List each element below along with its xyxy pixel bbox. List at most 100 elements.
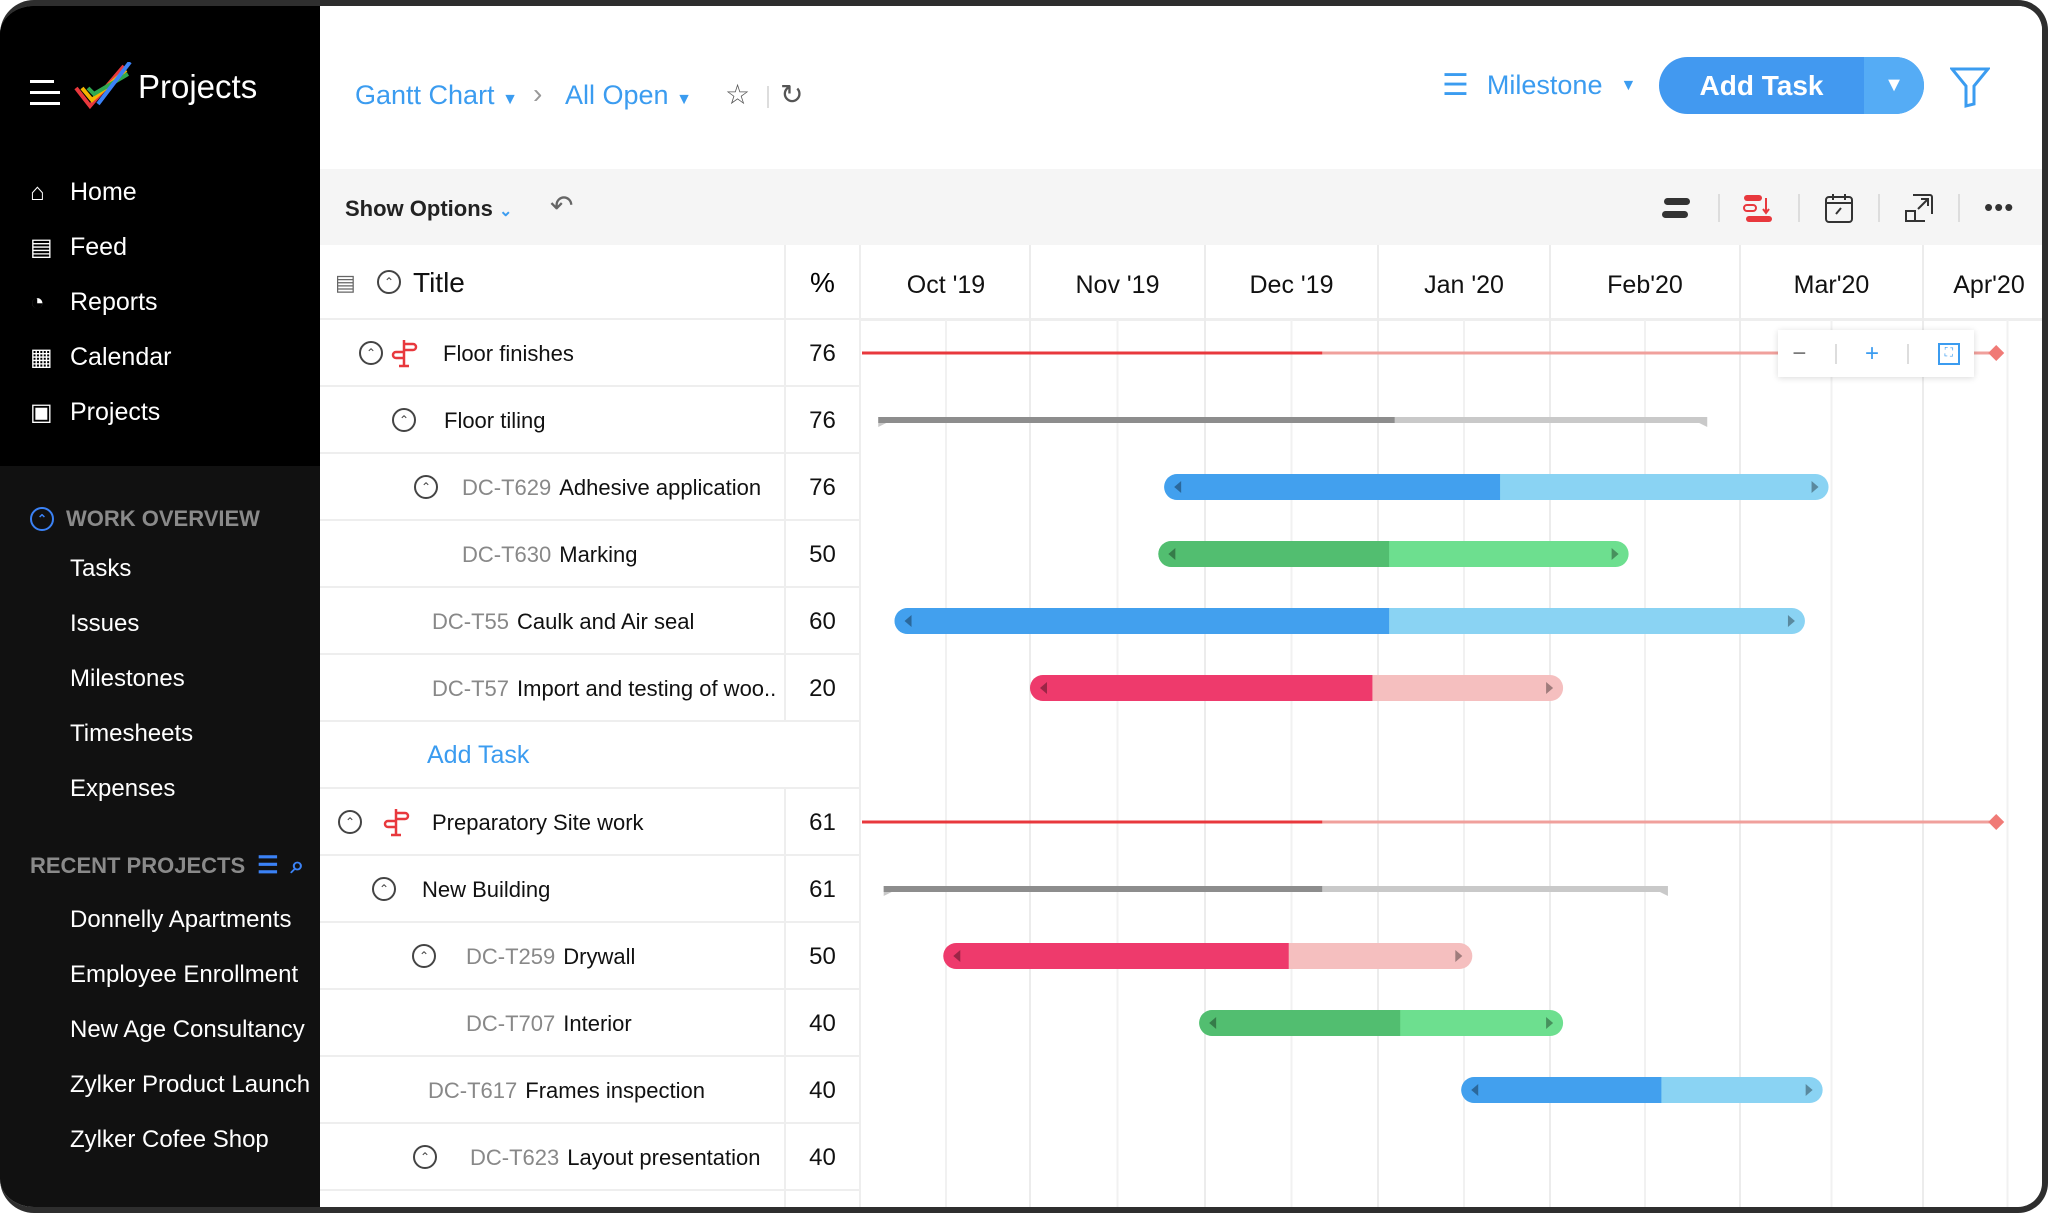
fit-to-screen-icon[interactable]: ⛶ bbox=[1937, 342, 1960, 365]
task-title[interactable]: DC-T617 Frames inspection bbox=[428, 1057, 705, 1124]
task-title[interactable]: DC-T629 Adhesive application bbox=[462, 454, 761, 521]
table-row[interactable]: ⌃ Preparatory Site work 61 bbox=[320, 789, 859, 856]
task-title[interactable]: DC-T707 Interior bbox=[466, 990, 632, 1057]
collapse-icon[interactable]: ⌃ bbox=[392, 408, 416, 432]
percent-complete: 76 bbox=[784, 320, 859, 387]
table-row[interactable]: ⌃ DC-T259 Drywall 50 bbox=[320, 923, 859, 990]
reports-icon: ◔ bbox=[30, 288, 45, 316]
star-icon[interactable]: ☆ bbox=[725, 78, 750, 111]
filter-icon[interactable] bbox=[1950, 66, 1990, 108]
sidebar-item-milestones[interactable]: Milestones bbox=[70, 665, 310, 693]
zoom-in-icon[interactable]: + bbox=[1865, 340, 1879, 368]
task-name: Marking bbox=[559, 541, 638, 567]
task-title[interactable]: DC-T630 Marking bbox=[462, 521, 638, 588]
add-task-link[interactable]: Add Task bbox=[427, 722, 529, 789]
month-label: Jan '20 bbox=[1424, 271, 1504, 299]
sidebar-item-calendar[interactable]: ▦ Calendar bbox=[30, 343, 171, 372]
collapse-icon[interactable]: ⌃ bbox=[413, 1145, 437, 1169]
table-row[interactable]: ⌃ Floor tiling 76 bbox=[320, 387, 859, 454]
undo-icon[interactable]: ↶ bbox=[550, 189, 573, 222]
task-title[interactable]: New Building bbox=[422, 856, 550, 923]
header: Gantt Chart ▼ › All Open ▼ ☆ ↻ ☰ Mileston… bbox=[320, 6, 2042, 169]
task-title[interactable]: Floor tiling bbox=[444, 387, 545, 454]
table-row[interactable]: DC-T55 Caulk and Air seal 60 bbox=[320, 588, 859, 655]
filter-dropdown[interactable]: All Open ▼ bbox=[565, 80, 692, 111]
percent-complete: 40 bbox=[784, 1057, 859, 1124]
table-row[interactable]: DC-T630 Marking 50 bbox=[320, 521, 859, 588]
task-id: DC-T630 bbox=[462, 541, 552, 567]
task-progress bbox=[1461, 1077, 1662, 1103]
task-title[interactable]: DC-T57 Import and testing of woo.. bbox=[432, 655, 776, 722]
sidebar-item-feed[interactable]: ▤ Feed bbox=[30, 233, 127, 262]
collapse-icon[interactable]: ⌃ bbox=[412, 944, 436, 968]
task-name: Interior bbox=[563, 1010, 632, 1036]
home-icon: ⌂ bbox=[30, 178, 45, 206]
table-row[interactable]: DC-T57 Import and testing of woo.. 20 bbox=[320, 655, 859, 722]
dependency-icon[interactable] bbox=[1742, 192, 1774, 224]
task-bars-icon[interactable] bbox=[1660, 192, 1692, 224]
task-progress bbox=[943, 943, 1289, 969]
collapse-all-icon[interactable]: ⌃ bbox=[377, 270, 401, 294]
column-settings-icon[interactable]: ▤ bbox=[335, 270, 356, 296]
recent-project-item[interactable]: New Age Consultancy bbox=[70, 1016, 310, 1044]
add-task-button[interactable]: Add Task bbox=[1659, 57, 1864, 114]
recent-project-item[interactable]: Employee Enrollment bbox=[70, 961, 310, 989]
percent-complete: 76 bbox=[784, 454, 859, 521]
table-row[interactable]: ⌃ DC-T623 Layout presentation 40 bbox=[320, 1124, 859, 1191]
show-options-dropdown[interactable]: Show Options ⌄ bbox=[345, 196, 512, 222]
calendar-icon[interactable] bbox=[1823, 192, 1855, 224]
task-name: Layout presentation bbox=[567, 1144, 761, 1170]
task-name: Drywall bbox=[563, 943, 636, 969]
sidebar-item-home[interactable]: ⌂ Home bbox=[30, 178, 137, 207]
recent-project-item[interactable]: Donnelly Apartments bbox=[70, 906, 310, 934]
milestone-icon bbox=[391, 340, 418, 368]
sidebar-item-reports[interactable]: ◔ Reports bbox=[30, 288, 158, 317]
sidebar-item-expenses[interactable]: Expenses bbox=[70, 775, 310, 803]
percent-complete: 61 bbox=[784, 789, 859, 856]
expand-icon[interactable] bbox=[1903, 192, 1935, 224]
summary-progress bbox=[878, 417, 1395, 423]
percent-column-header[interactable]: % bbox=[784, 245, 859, 320]
collapse-icon[interactable]: ⌃ bbox=[414, 475, 438, 499]
table-row[interactable]: ⌃ Floor finishes 76 bbox=[320, 320, 859, 387]
task-title[interactable]: Floor finishes bbox=[443, 320, 574, 387]
task-title[interactable]: DC-T623 Layout presentation bbox=[470, 1124, 761, 1191]
table-row[interactable]: ⌃ New Building 61 bbox=[320, 856, 859, 923]
refresh-icon[interactable]: ↻ bbox=[780, 78, 803, 111]
percent-complete: 76 bbox=[784, 387, 859, 454]
task-title[interactable]: Preparatory Site work bbox=[432, 789, 644, 856]
sidebar-item-issues[interactable]: Issues bbox=[70, 610, 310, 638]
table-row[interactable]: ⌃ DC-T629 Adhesive application 76 bbox=[320, 454, 859, 521]
task-id: DC-T57 bbox=[432, 675, 510, 701]
collapse-icon[interactable]: ⌃ bbox=[372, 877, 396, 901]
toolbar: Show Options ⌄ ↶ bbox=[320, 169, 2042, 245]
sidebar-item-timesheets[interactable]: Timesheets bbox=[70, 720, 310, 748]
hamburger-menu-icon[interactable] bbox=[30, 80, 60, 105]
month-label: Apr'20 bbox=[1953, 271, 2024, 299]
zoom-out-icon[interactable]: − bbox=[1792, 340, 1806, 368]
view-dropdown[interactable]: Gantt Chart ▼ bbox=[355, 80, 518, 111]
collapse-icon[interactable]: ⌃ bbox=[30, 507, 54, 531]
month-label: Mar'20 bbox=[1794, 271, 1870, 299]
title-column-header[interactable]: Title bbox=[413, 267, 465, 299]
sidebar-item-tasks[interactable]: Tasks bbox=[70, 555, 310, 583]
task-id: DC-T55 bbox=[432, 608, 510, 634]
task-progress bbox=[1158, 541, 1390, 567]
search-icon[interactable]: ⌕ bbox=[291, 852, 304, 880]
table-row[interactable]: DC-T617 Frames inspection 40 bbox=[320, 1057, 859, 1124]
month-label: Oct '19 bbox=[907, 271, 985, 299]
table-row[interactable]: DC-T707 Interior 40 bbox=[320, 990, 859, 1057]
recent-project-item[interactable]: Zylker Product Launch bbox=[70, 1071, 310, 1099]
filter-sliders-icon[interactable]: ☰ bbox=[257, 851, 279, 880]
add-task-row[interactable]: Add Task bbox=[320, 722, 859, 789]
task-id: DC-T617 bbox=[428, 1077, 518, 1103]
collapse-icon[interactable]: ⌃ bbox=[359, 341, 383, 365]
add-task-dropdown-icon[interactable]: ▼ bbox=[1864, 57, 1924, 114]
sidebar-item-projects[interactable]: ▣ Projects bbox=[30, 398, 160, 427]
task-title[interactable]: DC-T259 Drywall bbox=[466, 923, 635, 990]
task-title[interactable]: DC-T55 Caulk and Air seal bbox=[432, 588, 694, 655]
collapse-icon[interactable]: ⌃ bbox=[338, 810, 362, 834]
recent-project-item[interactable]: Zylker Cofee Shop bbox=[70, 1126, 310, 1154]
milestone-dropdown[interactable]: ☰ Milestone ▼ bbox=[1442, 68, 1636, 103]
more-options-icon[interactable]: ••• bbox=[1984, 192, 2014, 223]
